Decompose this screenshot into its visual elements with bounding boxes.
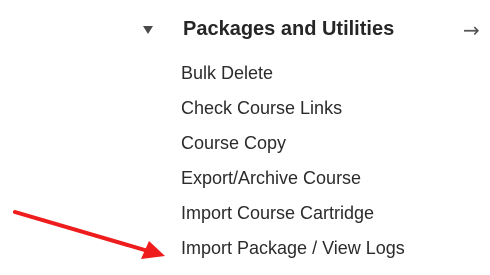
annotation-arrow [13, 210, 165, 259]
annotation-arrow-shaft [13, 210, 150, 253]
packages-utilities-panel: Packages and Utilities → Bulk Delete Che… [0, 0, 490, 275]
